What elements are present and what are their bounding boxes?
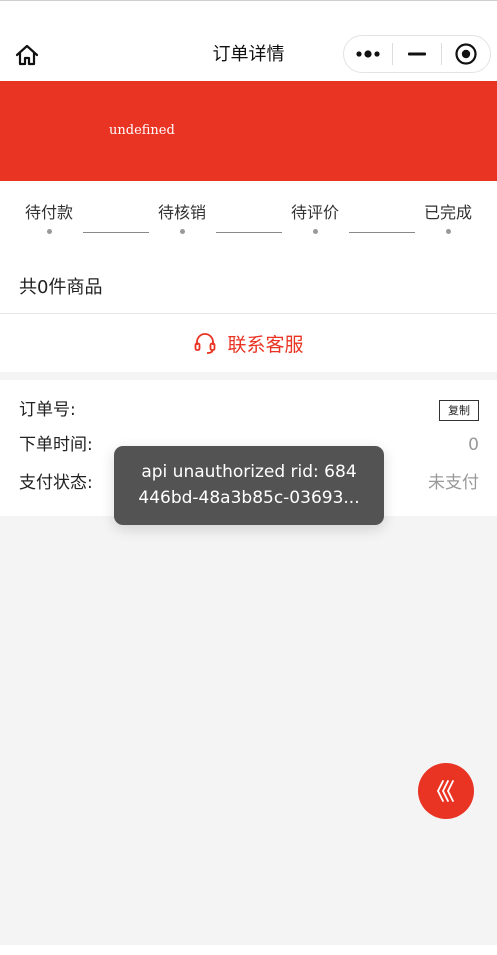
step-dot	[446, 229, 451, 234]
step-label-pending-review: 待评价	[291, 203, 340, 222]
empty-content-area	[0, 516, 497, 945]
order-time-value: 0	[468, 435, 479, 455]
step-label-pending-payment: 待付款	[25, 203, 74, 222]
step-dot	[180, 229, 185, 234]
step-dot	[313, 229, 318, 234]
more-dots-icon	[356, 50, 380, 58]
order-time-label: 下单时间:	[19, 435, 93, 455]
step-connector-line	[216, 232, 282, 233]
contact-service-label: 联系客服	[227, 333, 304, 356]
step-label-completed: 已完成	[424, 203, 473, 222]
chevrons-left-icon	[436, 780, 454, 802]
order-detail-page: 订单详情 undefined 待付款 待核销 待评价 已完成 共0件商品 联系客…	[0, 0, 497, 955]
order-number-row: 订单号: 复制	[19, 396, 479, 424]
floating-menu-button[interactable]	[418, 763, 474, 819]
step-dot	[47, 229, 52, 234]
minimize-icon	[408, 52, 426, 56]
target-close-icon	[455, 43, 477, 65]
step-connector-line	[349, 232, 415, 233]
headset-icon	[195, 333, 216, 354]
contact-service-content: 联系客服	[193, 330, 304, 357]
error-toast: api unauthorized rid: 684 446bd-48a3b85c…	[114, 446, 384, 525]
bottom-safe-area	[0, 945, 497, 955]
payment-status-label: 支付状态:	[19, 473, 93, 493]
top-navbar: 订单详情	[0, 0, 497, 81]
status-banner: undefined	[0, 81, 497, 181]
payment-status-value: 未支付	[428, 473, 479, 493]
toast-line-2: 446bd-48a3b85c-03693...	[138, 488, 360, 508]
contact-service-button[interactable]: 联系客服	[0, 314, 497, 372]
mini-program-capsule	[343, 35, 491, 73]
order-progress-steps: 待付款 待核销 待评价 已完成	[0, 181, 497, 253]
more-button[interactable]	[344, 36, 392, 72]
section-divider	[0, 372, 497, 380]
close-mini-program-button[interactable]	[442, 36, 490, 72]
goods-summary-row: 共0件商品	[0, 253, 497, 314]
copy-order-number-button[interactable]: 复制	[439, 400, 479, 421]
step-label-pending-verification: 待核销	[158, 203, 207, 222]
order-number-label: 订单号:	[19, 400, 76, 420]
toast-line-1: api unauthorized rid: 684	[141, 462, 357, 482]
minimize-button[interactable]	[393, 36, 441, 72]
goods-count-text: 共0件商品	[19, 277, 103, 298]
step-connector-line	[83, 232, 149, 233]
banner-status-text: undefined	[109, 123, 175, 138]
